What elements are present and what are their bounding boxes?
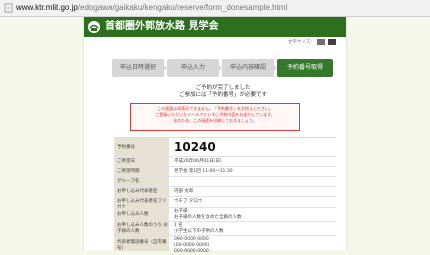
font-size-label: 文字サイズ： bbox=[288, 40, 315, 45]
adult-note: お子様の人数を含めた全員の人数 bbox=[174, 215, 242, 220]
row-label: お申し込み代表者名フリガナ bbox=[114, 197, 169, 210]
row-label: お申し込み人数 bbox=[114, 208, 169, 221]
progress-steps: 申込日時選択 申込入力 申込内容確認 予約番号取得 bbox=[112, 59, 334, 77]
page-container: 首都圏外郭放水路 見学会 文字サイズ： 申込日時選択 申込入力 申込内容確認 予… bbox=[83, 17, 347, 254]
table-row: ご希望時間 見学会 第1回 11:00〜11:30 bbox=[114, 167, 336, 177]
table-row: お申し込み代表者名 内部 太郎 bbox=[114, 187, 336, 197]
child-note: 小学生以下の子供の人数 bbox=[174, 229, 224, 234]
row-value: ウチブ タロウ bbox=[174, 199, 203, 204]
required-message: ご参加には「予約番号」が必要です bbox=[178, 92, 267, 98]
url-host: www.ktr.mlit.go.jp bbox=[16, 3, 78, 12]
page-icon bbox=[4, 3, 13, 13]
browser-address-bar[interactable]: www.ktr.mlit.go.jp/edogawa/gaikaku/kenga… bbox=[0, 0, 430, 17]
step-reservation-number: 予約番号取得 bbox=[277, 59, 333, 77]
reservation-table: 予約番号 10240 ご希望日 平成26年06月01日(日) ご希望時間 見学会… bbox=[114, 137, 336, 254]
table-row: 代表者電話番号（自宅番号） 090-0000-0000 (00-0000-000… bbox=[114, 236, 336, 254]
table-row: 予約番号 10240 bbox=[114, 138, 336, 157]
url-path: /edogawa/gaikaku/kengaku/reserve/form_do… bbox=[77, 3, 288, 12]
row-label: 代表者電話番号（自宅番号） bbox=[114, 236, 169, 251]
row-label: ご希望時間 bbox=[114, 167, 169, 176]
row-label: お申し込み代表者名 bbox=[114, 187, 169, 196]
row-label: 予約番号 bbox=[114, 138, 169, 156]
row-value: 090-0000-0000 (00-0000-0000) 000-0000-00… bbox=[174, 236, 336, 254]
notice-box: この画面は再表示できません。「予約番号」をお控えください。 ご登録いただいたメー… bbox=[130, 103, 300, 131]
step-input: 申込入力 bbox=[167, 59, 219, 77]
row-label: お申し込み人数のうち お子様の人数 bbox=[114, 222, 169, 235]
table-row: お申し込み人数のうち お子様の人数 1 名 小学生以下の子供の人数 bbox=[114, 222, 336, 236]
row-value bbox=[174, 177, 336, 186]
table-row: お申し込み人数 お子様 お子様の人数を含めた全員の人数 bbox=[114, 208, 336, 222]
row-value: 1 名 小学生以下の子供の人数 bbox=[174, 222, 336, 235]
table-row: グループ名 bbox=[114, 177, 336, 187]
completion-message: ご予約が完了しました bbox=[195, 85, 251, 91]
header-banner: 首都圏外郭放水路 見学会 bbox=[84, 17, 346, 37]
font-size-large-button[interactable] bbox=[327, 38, 336, 45]
font-size-switcher: 文字サイズ： bbox=[288, 38, 344, 47]
row-value: 見学会 第1回 11:00〜11:30 bbox=[174, 169, 233, 174]
table-row: お申し込み代表者名フリガナ ウチブ タロウ bbox=[114, 197, 336, 210]
reservation-number: 10240 bbox=[174, 140, 216, 154]
table-row: ご希望日 平成26年06月01日(日) bbox=[114, 157, 336, 167]
row-label: ご希望日 bbox=[114, 157, 169, 166]
notice-line: 念のため、この画面を印刷しておきましょう。 bbox=[173, 118, 257, 123]
row-value: 平成26年06月01日(日) bbox=[174, 159, 222, 164]
step-select-date: 申込日時選択 bbox=[112, 59, 164, 77]
step-confirm: 申込内容確認 bbox=[222, 59, 274, 77]
page-title: 首都圏外郭放水路 見学会 bbox=[105, 21, 219, 32]
font-size-standard-button[interactable] bbox=[317, 38, 326, 45]
logo-icon bbox=[88, 21, 100, 33]
row-label: グループ名 bbox=[114, 177, 169, 186]
row-value: 内部 太郎 bbox=[174, 189, 194, 194]
row-value: お子様 お子様の人数を含めた全員の人数 bbox=[174, 208, 336, 221]
url-text[interactable]: www.ktr.mlit.go.jp/edogawa/gaikaku/kenga… bbox=[16, 2, 287, 14]
